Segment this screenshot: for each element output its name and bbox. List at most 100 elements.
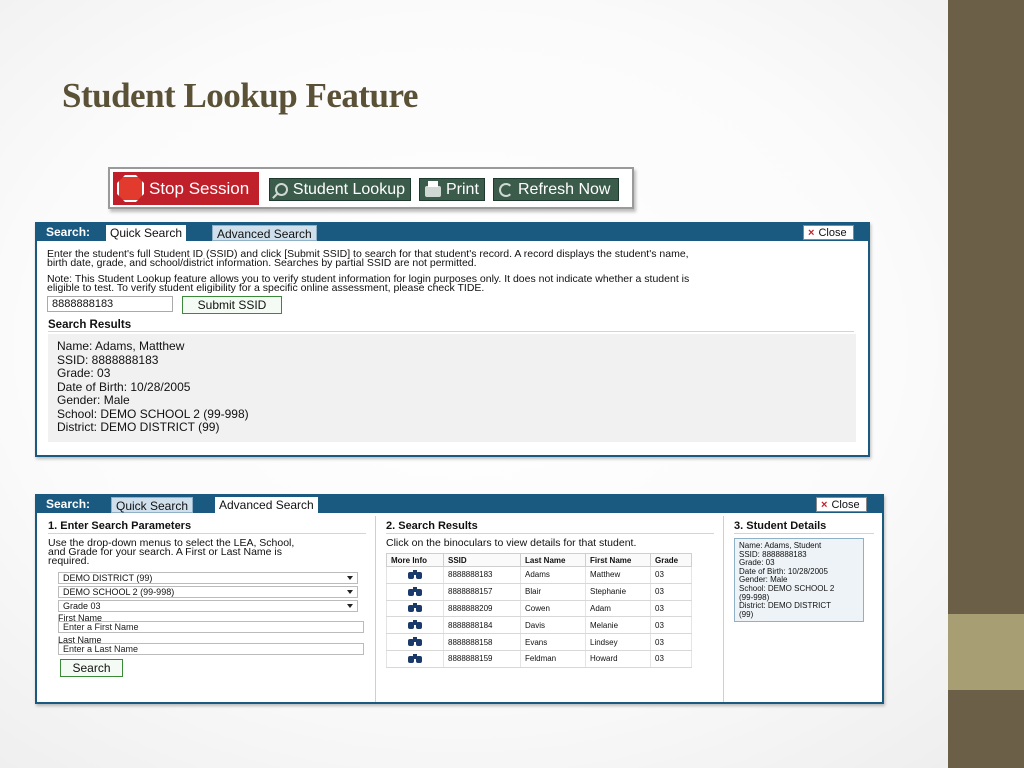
ssid-cell: 8888888159 (443, 650, 521, 668)
chevron-down-icon (347, 576, 353, 580)
results-description: Click on the binoculars to view details … (386, 537, 637, 549)
last-name-input[interactable]: Enter a Last Name (58, 643, 364, 655)
table-header-row: More Info SSID Last Name First Name Grad… (386, 553, 692, 567)
search-label: Search: (46, 497, 91, 511)
tab-quick-search[interactable]: Quick Search (111, 497, 194, 513)
close-icon: × (821, 498, 828, 511)
quick-search-panel: Search: Quick Search Advanced Search × C… (35, 222, 870, 457)
more-info-cell[interactable] (386, 616, 444, 635)
close-label: Close (831, 498, 860, 511)
school-select-value: DEMO SCHOOL 2 (99-998) (63, 587, 175, 597)
search-label: Search: (46, 225, 91, 239)
more-info-cell[interactable] (386, 583, 444, 601)
record-district: District: DEMO DISTRICT (99) (57, 420, 220, 434)
binoculars-icon[interactable] (407, 603, 423, 613)
last-name-cell: Cowen (520, 600, 586, 618)
first-name-cell: Lindsey (585, 633, 651, 651)
details-district: District: DEMO DISTRICT (739, 601, 831, 611)
chevron-down-icon (347, 590, 353, 594)
grade-select[interactable]: Grade 03 (58, 600, 358, 612)
district-select[interactable]: DEMO DISTRICT (99) (58, 572, 358, 584)
chevron-down-icon (347, 604, 353, 608)
search-results-title: Search Results (48, 319, 132, 331)
last-name-cell: Blair (520, 583, 586, 601)
divider (48, 533, 366, 534)
table-row: 8888888183 Adams Matthew 03 (386, 566, 692, 584)
close-icon: × (808, 226, 815, 239)
first-name-cell: Matthew (585, 566, 651, 584)
search-button[interactable]: Search (60, 659, 123, 677)
ssid-cell: 8888888157 (443, 583, 521, 601)
column-divider (375, 516, 376, 702)
slide-title: Student Lookup Feature (62, 76, 418, 115)
printer-icon (425, 180, 441, 197)
student-details-title: 3. Student Details (734, 520, 827, 532)
session-toolbar: Stop Session Student Lookup Print Refres… (108, 167, 634, 209)
student-lookup-label: Student Lookup (292, 180, 405, 198)
divider (734, 533, 874, 534)
parameters-description-line-3: required. (48, 555, 90, 567)
column-header-first-name: First Name (585, 553, 651, 567)
refresh-now-button[interactable]: Refresh Now (493, 178, 619, 201)
print-button[interactable]: Print (419, 178, 485, 201)
column-divider (723, 516, 724, 702)
more-info-cell[interactable] (386, 633, 444, 651)
ssid-cell: 8888888183 (443, 566, 521, 584)
decorative-side-band-accent (948, 614, 1024, 690)
student-lookup-button[interactable]: Student Lookup (269, 178, 411, 201)
grade-cell: 03 (650, 583, 692, 601)
details-district-code: (99) (739, 609, 754, 619)
last-name-cell: Adams (520, 566, 586, 584)
column-header-last-name: Last Name (520, 553, 586, 567)
table-row: 8888888184 Davis Melanie 03 (386, 616, 692, 635)
advanced-search-panel: Search: Quick Search Advanced Search × C… (35, 494, 884, 704)
results-table: More Info SSID Last Name First Name Grad… (386, 553, 692, 668)
instructions-line-2: birth date, grade, and school/district i… (47, 257, 477, 269)
refresh-icon (499, 182, 513, 197)
refresh-now-label: Refresh Now (518, 180, 611, 198)
first-name-input[interactable]: Enter a First Name (58, 621, 364, 633)
binoculars-icon[interactable] (407, 653, 423, 664)
close-button[interactable]: × Close (803, 225, 854, 240)
quick-search-header: Search: Quick Search Advanced Search × C… (37, 224, 868, 241)
advanced-search-header: Search: Quick Search Advanced Search × C… (37, 496, 882, 513)
more-info-cell[interactable] (386, 600, 444, 618)
grade-select-value: Grade 03 (63, 601, 101, 611)
record-school: School: DEMO SCHOOL 2 (99-998) (57, 406, 249, 421)
first-name-cell: Howard (585, 650, 651, 668)
tab-quick-search[interactable]: Quick Search (106, 225, 187, 241)
school-select[interactable]: DEMO SCHOOL 2 (99-998) (58, 586, 358, 598)
tab-advanced-search[interactable]: Advanced Search (212, 225, 317, 241)
record-gender: Gender: Male (57, 393, 130, 407)
binoculars-icon[interactable] (407, 637, 423, 647)
column-header-grade: Grade (650, 553, 692, 567)
ssid-input[interactable]: 8888888183 (47, 296, 173, 312)
record-ssid: SSID: 8888888183 (57, 352, 159, 367)
table-row: 8888888157 Blair Stephanie 03 (386, 583, 692, 601)
grade-cell: 03 (650, 616, 692, 635)
student-details-box: Name: Adams, Student SSID: 8888888183 Gr… (734, 538, 864, 622)
submit-ssid-button[interactable]: Submit SSID (182, 296, 282, 314)
more-info-cell[interactable] (386, 650, 444, 668)
column-header-more-info: More Info (386, 553, 444, 567)
binoculars-icon[interactable] (407, 586, 423, 597)
search-parameters-title: 1. Enter Search Parameters (48, 520, 192, 532)
stop-session-button[interactable]: Stop Session (113, 172, 259, 205)
grade-cell: 03 (650, 650, 692, 668)
record-grade: Grade: 03 (57, 366, 111, 380)
more-info-cell[interactable] (386, 566, 444, 584)
district-select-value: DEMO DISTRICT (99) (63, 573, 153, 583)
last-name-cell: Davis (520, 616, 586, 635)
tab-advanced-search[interactable]: Advanced Search (215, 497, 318, 513)
last-name-cell: Evans (520, 633, 586, 651)
binoculars-icon[interactable] (407, 620, 423, 630)
first-name-cell: Melanie (585, 616, 651, 635)
ssid-cell: 8888888184 (443, 616, 521, 635)
note-line-2: eligible to test. To verify student elig… (47, 282, 485, 294)
divider (48, 331, 854, 332)
close-button[interactable]: × Close (816, 497, 867, 512)
close-label: Close (818, 226, 847, 239)
divider (386, 533, 714, 534)
binoculars-icon[interactable] (407, 569, 423, 580)
grade-cell: 03 (650, 566, 692, 584)
